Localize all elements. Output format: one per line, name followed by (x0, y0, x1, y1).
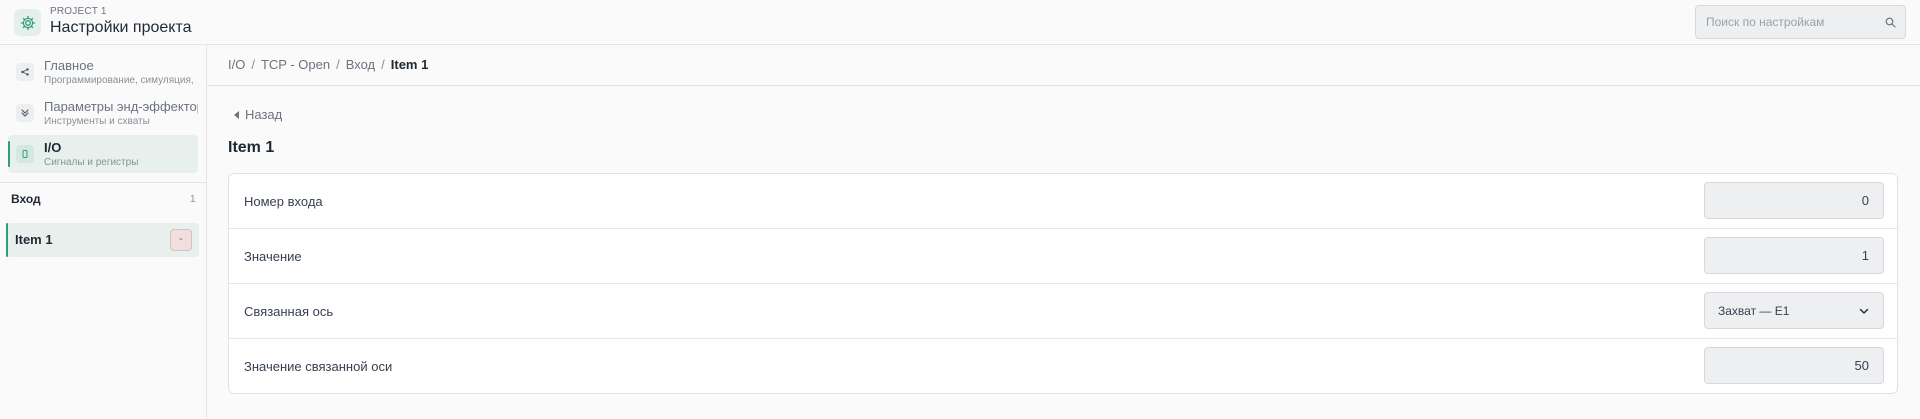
sidebar-item-subtitle: Программирование, симуляция, (44, 75, 194, 86)
section-count: 1 (190, 194, 196, 205)
field-label: Связанная ось (244, 304, 334, 319)
sidebar-item-label: I/O (44, 140, 62, 155)
back-link[interactable]: Назад (234, 107, 282, 122)
breadcrumb-separator: / (336, 57, 340, 72)
breadcrumb-item[interactable]: Вход (346, 57, 375, 72)
caret-left-icon (234, 110, 239, 119)
breadcrumb-separator: / (251, 57, 255, 72)
settings-form: Номер входа Значение Связанная ось Захва… (228, 173, 1898, 394)
sidebar-item-label: Параметры энд-эффекторов (44, 99, 198, 114)
list-item[interactable]: Item 1 - (6, 223, 199, 257)
chevron-down-icon (1859, 308, 1869, 314)
page-header-title: Настройки проекта (50, 19, 192, 36)
sidebar-item-end-effectors[interactable]: Параметры энд-эффекторов Инструменты и с… (8, 94, 198, 132)
remove-item-button[interactable]: - (170, 229, 192, 251)
form-row: Значение связанной оси (229, 339, 1897, 393)
search-input[interactable] (1696, 6, 1876, 38)
sidebar-divider (0, 182, 206, 183)
breadcrumb-bar: I/O / TCP - Open / Вход / Item 1 (207, 45, 1920, 86)
sidebar: Главное Программирование, симуляция, Пар… (0, 45, 207, 419)
sidebar-item-label: Главное (44, 58, 94, 73)
breadcrumb: I/O / TCP - Open / Вход / Item 1 (228, 57, 428, 72)
list-item-label: Item 1 (15, 232, 53, 247)
search-box[interactable] (1695, 5, 1906, 39)
form-row: Связанная ось Захват — E1 (229, 284, 1897, 339)
sidebar-item-subtitle: Инструменты и схваты (44, 116, 150, 127)
value-field[interactable] (1704, 237, 1884, 274)
back-label: Назад (245, 107, 283, 122)
project-label: PROJECT 1 (50, 6, 107, 17)
share-nodes-icon (16, 63, 34, 81)
top-header: PROJECT 1 Настройки проекта (0, 0, 1920, 45)
gear-icon (14, 9, 41, 36)
page-title: Item 1 (228, 139, 275, 156)
form-row: Значение (229, 229, 1897, 284)
form-row: Номер входа (229, 174, 1897, 229)
breadcrumb-current: Item 1 (390, 57, 429, 72)
gripper-icon (16, 104, 34, 122)
search-icon[interactable] (1885, 17, 1896, 28)
field-label: Значение связанной оси (244, 359, 393, 374)
sidebar-item-main[interactable]: Главное Программирование, симуляция, (8, 53, 198, 91)
field-label: Номер входа (244, 194, 323, 209)
io-port-icon (16, 145, 34, 163)
linked-axis-value-field[interactable] (1704, 347, 1884, 384)
sidebar-item-subtitle: Сигналы и регистры (44, 157, 139, 168)
select-value: Захват — E1 (1718, 304, 1790, 318)
breadcrumb-separator: / (381, 57, 385, 72)
linked-axis-select[interactable]: Захват — E1 (1704, 292, 1884, 329)
sidebar-item-io[interactable]: I/O Сигналы и регистры (8, 135, 198, 173)
section-title: Вход (11, 192, 41, 206)
breadcrumb-item[interactable]: TCP - Open (261, 57, 330, 72)
field-label: Значение (244, 249, 302, 264)
breadcrumb-item[interactable]: I/O (228, 57, 245, 72)
input-number-field[interactable] (1704, 182, 1884, 219)
